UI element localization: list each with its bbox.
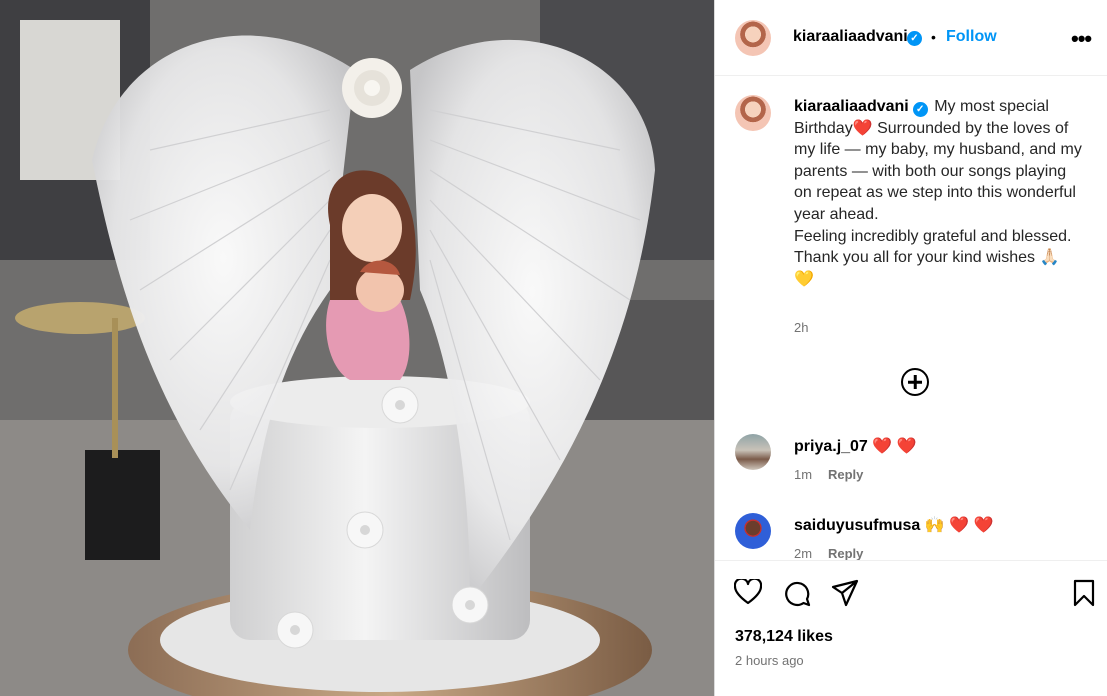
separator-dot: • — [931, 29, 936, 45]
comment-text: 🙌 ❤️ ❤️ — [924, 517, 994, 534]
comment-bubble-icon[interactable] — [783, 579, 811, 612]
verified-badge-icon: ✓ — [912, 102, 928, 117]
likes-count[interactable]: 378,124 likes — [735, 628, 833, 646]
comment-text: ❤️ ❤️ — [872, 438, 917, 455]
comment-username[interactable]: saiduyusufmusa — [794, 517, 920, 534]
more-options-icon[interactable]: ••• — [1071, 26, 1092, 52]
reply-button[interactable]: Reply — [828, 467, 863, 482]
comment-row: priya.j_07 ❤️ ❤️ — [794, 436, 917, 456]
caption-author-avatar[interactable] — [735, 95, 771, 131]
commenter-avatar[interactable] — [735, 434, 771, 470]
caption-timestamp[interactable]: 2h — [794, 320, 808, 335]
post-image[interactable] — [0, 0, 714, 696]
caption: kiaraaliaadvani ✓ My most special Birthda… — [794, 96, 1084, 290]
post-sidebar: kiaraaliaadvani ✓ • Follow ••• kiaraalia… — [714, 0, 1107, 696]
follow-button[interactable]: Follow — [946, 28, 997, 46]
post-timestamp[interactable]: 2 hours ago — [735, 653, 804, 668]
load-more-comments-icon[interactable] — [901, 368, 929, 396]
commenter-avatar[interactable] — [735, 513, 771, 549]
caption-text: My most special Birthday❤️ Surrounded by… — [794, 98, 1082, 288]
author-username[interactable]: kiaraaliaadvani — [793, 28, 908, 46]
comment-username[interactable]: priya.j_07 — [794, 438, 868, 455]
comment-timestamp[interactable]: 2m — [794, 546, 812, 561]
post-actions: 378,124 likes 2 hours ago — [715, 560, 1107, 696]
verified-badge-icon: ✓ — [907, 31, 922, 46]
like-heart-icon[interactable] — [733, 577, 763, 610]
reply-button[interactable]: Reply — [828, 546, 863, 561]
post-header: kiaraaliaadvani ✓ • Follow ••• — [715, 0, 1107, 76]
caption-username[interactable]: kiaraaliaadvani — [794, 98, 909, 115]
comment-row: saiduyusufmusa 🙌 ❤️ ❤️ — [794, 515, 993, 535]
save-bookmark-icon[interactable] — [1073, 579, 1095, 612]
cake-photo — [0, 0, 714, 696]
share-send-icon[interactable] — [831, 579, 859, 612]
comment-timestamp[interactable]: 1m — [794, 467, 812, 482]
author-avatar[interactable] — [735, 20, 771, 56]
